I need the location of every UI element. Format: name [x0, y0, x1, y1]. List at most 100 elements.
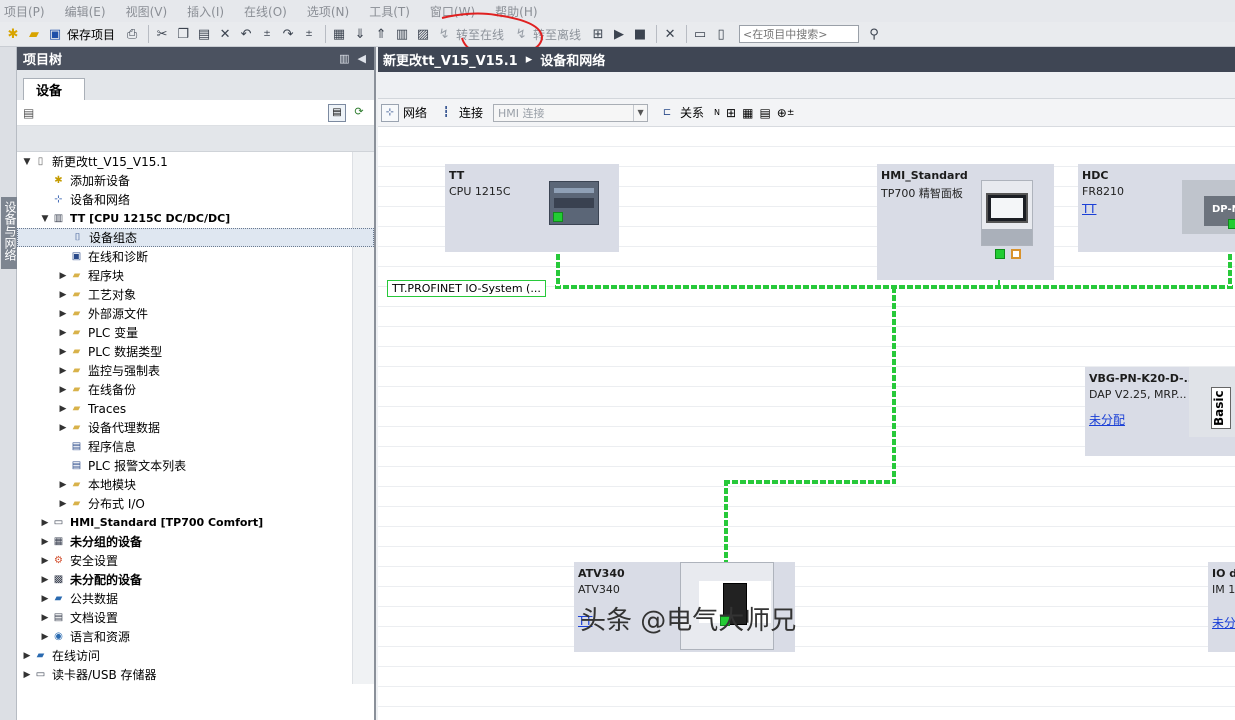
tree-item[interactable]: ▤ 程序信息 [17, 437, 374, 456]
device-hdc[interactable]: HDC FR8210 TT DP-N [1078, 164, 1235, 252]
download-icon[interactable]: ⇓ [351, 25, 369, 43]
tree-item[interactable]: ▶ ⚙ 安全设置 [17, 551, 374, 570]
collapsed-arrow-icon[interactable]: ▶ [57, 404, 69, 414]
compile-icon[interactable]: ▦ [330, 25, 348, 43]
show-addresses-icon[interactable]: ⊞ [726, 106, 736, 120]
undo-icon[interactable]: ↶ [237, 25, 255, 43]
menu-project[interactable]: 项目(P) [4, 3, 45, 20]
tree-item[interactable]: ▶ ▤ 文档设置 [17, 608, 374, 627]
tt-profinet-port[interactable] [553, 212, 563, 222]
redo-icon[interactable]: ↷ [279, 25, 297, 43]
start-cpu-icon[interactable]: ▶ [610, 25, 628, 43]
expanded-arrow-icon[interactable]: ▼ [21, 157, 33, 167]
network-canvas[interactable]: TT.PROFINET IO-System (... TT CPU 1215C … [378, 127, 1235, 720]
save-project-button[interactable]: 保存项目 [67, 26, 115, 43]
menu-online[interactable]: 在线(O) [244, 3, 287, 20]
collapsed-arrow-icon[interactable]: ▶ [57, 328, 69, 338]
tree-refresh-icon[interactable]: ⟳ [350, 104, 368, 122]
menu-tools[interactable]: 工具(T) [369, 3, 410, 20]
collapsed-arrow-icon[interactable]: ▶ [57, 366, 69, 376]
tree-item[interactable]: ▣ 在线和诊断 [17, 247, 374, 266]
simulation-icon[interactable]: ▥ [393, 25, 411, 43]
collapsed-arrow-icon[interactable]: ▶ [39, 518, 51, 528]
collapsed-arrow-icon[interactable]: ▶ [57, 423, 69, 433]
branch-horizontal-link[interactable] [724, 480, 896, 484]
collapsed-arrow-icon[interactable]: ▶ [39, 632, 51, 642]
open-project-icon[interactable]: ▰ [25, 25, 43, 43]
new-project-icon[interactable]: ✱ [4, 25, 22, 43]
tree-item[interactable]: ▶ ▭ 读卡器/USB 存储器 [17, 665, 374, 684]
cut-icon[interactable]: ✂ [153, 25, 171, 43]
delete-icon[interactable]: ✕ [216, 25, 234, 43]
tree-item[interactable]: ▶ ▰ 工艺对象 [17, 285, 374, 304]
tree-item[interactable]: ▶ ▰ 监控与强制表 [17, 361, 374, 380]
device-tt[interactable]: TT CPU 1215C [445, 164, 619, 252]
menu-edit[interactable]: 编辑(E) [65, 3, 106, 20]
tree-item[interactable]: ▶ ▦ 未分组的设备 [17, 532, 374, 551]
save-project-icon[interactable]: ▣ [46, 25, 64, 43]
split-horizontal-icon[interactable]: ▭ [691, 25, 709, 43]
split-vertical-icon[interactable]: ▯ [712, 25, 730, 43]
copy-icon[interactable]: ❐ [174, 25, 192, 43]
collapsed-arrow-icon[interactable]: ▶ [39, 556, 51, 566]
stop-cpu-icon[interactable]: ■ [631, 25, 649, 43]
tree-item[interactable]: ▼ ▯ 新更改tt_V15_V15.1 [17, 152, 374, 171]
menu-window[interactable]: 窗口(W) [430, 3, 475, 20]
tree-item[interactable]: ▶ ▰ 设备代理数据 [17, 418, 374, 437]
collapsed-arrow-icon[interactable]: ▶ [21, 670, 33, 680]
tree-item[interactable]: ▶ ▰ 公共数据 [17, 589, 374, 608]
tree-item[interactable]: ▶ ◉ 语言和资源 [17, 627, 374, 646]
breadcrumb-project[interactable]: 新更改tt_V15_V15.1 [383, 50, 518, 69]
hmi-profinet-port[interactable] [995, 249, 1005, 259]
collapsed-arrow-icon[interactable]: ▶ [57, 480, 69, 490]
tree-item[interactable]: ▶ ▰ 在线访问 [17, 646, 374, 665]
connection-type-select[interactable]: HMI 连接 ▼ [493, 103, 649, 122]
upload-icon[interactable]: ⇑ [372, 25, 390, 43]
collapsed-arrow-icon[interactable]: ▶ [21, 651, 33, 661]
tree-item[interactable]: ▶ ▩ 未分配的设备 [17, 570, 374, 589]
go-offline-button[interactable]: 转至离线 [533, 26, 581, 43]
menu-view[interactable]: 视图(V) [126, 3, 168, 20]
menu-insert[interactable]: 插入(I) [187, 3, 224, 20]
tree-item[interactable]: ▶ ▰ PLC 变量 [17, 323, 374, 342]
tree-item[interactable]: ✱ 添加新设备 [17, 171, 374, 190]
tree-item[interactable]: ▶ ▰ 本地模块 [17, 475, 374, 494]
project-search-input[interactable] [739, 25, 860, 43]
zoom-icon[interactable]: ⊕ [777, 106, 787, 120]
tree-item[interactable]: ⌷ 设备组态 [17, 228, 374, 247]
overview-icon[interactable]: ▤ [328, 103, 346, 122]
menu-help[interactable]: 帮助(H) [495, 3, 537, 20]
print-icon[interactable]: ⎙ [123, 25, 141, 43]
expanded-arrow-icon[interactable]: ▼ [39, 214, 51, 224]
overview-panel-icon[interactable]: ▤ [759, 106, 770, 120]
tree-item[interactable]: ⊹ 设备和网络 [17, 190, 374, 209]
device-io-link[interactable]: 未分 [1212, 614, 1235, 631]
hdc-profinet-port[interactable] [1228, 219, 1235, 229]
tree-item[interactable]: ▶ ▭ HMI_Standard [TP700 Comfort] [17, 513, 374, 532]
search-binoculars-icon[interactable]: ⚲ [865, 25, 883, 43]
collapsed-arrow-icon[interactable]: ▶ [39, 575, 51, 585]
tree-item[interactable]: ▶ ▰ 外部源文件 [17, 304, 374, 323]
go-offline-icon[interactable]: ↯ [512, 25, 530, 43]
network-mode-button[interactable]: ⊹ 网络 [381, 103, 427, 122]
tab-devices[interactable]: 设备 [23, 78, 85, 100]
tree-item[interactable]: ▼ ▥ TT [CPU 1215C DC/DC/DC] [17, 209, 374, 228]
connections-mode-button[interactable]: ┇ 连接 [437, 104, 483, 122]
tree-item[interactable]: ▶ ▰ PLC 数据类型 [17, 342, 374, 361]
grid-icon[interactable]: ▦ [742, 106, 753, 120]
zoom-dropdown-icon[interactable]: ± [787, 108, 795, 118]
accessible-devices-icon[interactable]: ⊞ [589, 25, 607, 43]
pin-panel-icon[interactable]: ▥ [339, 52, 349, 65]
start-simulation-icon[interactable]: ▨ [414, 25, 432, 43]
collapsed-arrow-icon[interactable]: ▶ [57, 290, 69, 300]
relations-mode-button[interactable]: ⊏ 关系 [658, 104, 704, 122]
undo-dropdown-icon[interactable]: ± [258, 25, 276, 43]
collapsed-arrow-icon[interactable]: ▶ [57, 499, 69, 509]
device-vbg-link[interactable]: 未分配 [1089, 411, 1125, 428]
show-names-icon[interactable]: N [714, 108, 720, 117]
tree-item[interactable]: ▶ ▰ 分布式 I/O [17, 494, 374, 513]
collapsed-arrow-icon[interactable]: ▶ [39, 613, 51, 623]
paste-icon[interactable]: ▤ [195, 25, 213, 43]
go-online-icon[interactable]: ↯ [435, 25, 453, 43]
tree-item[interactable]: ▶ ▰ Traces [17, 399, 374, 418]
